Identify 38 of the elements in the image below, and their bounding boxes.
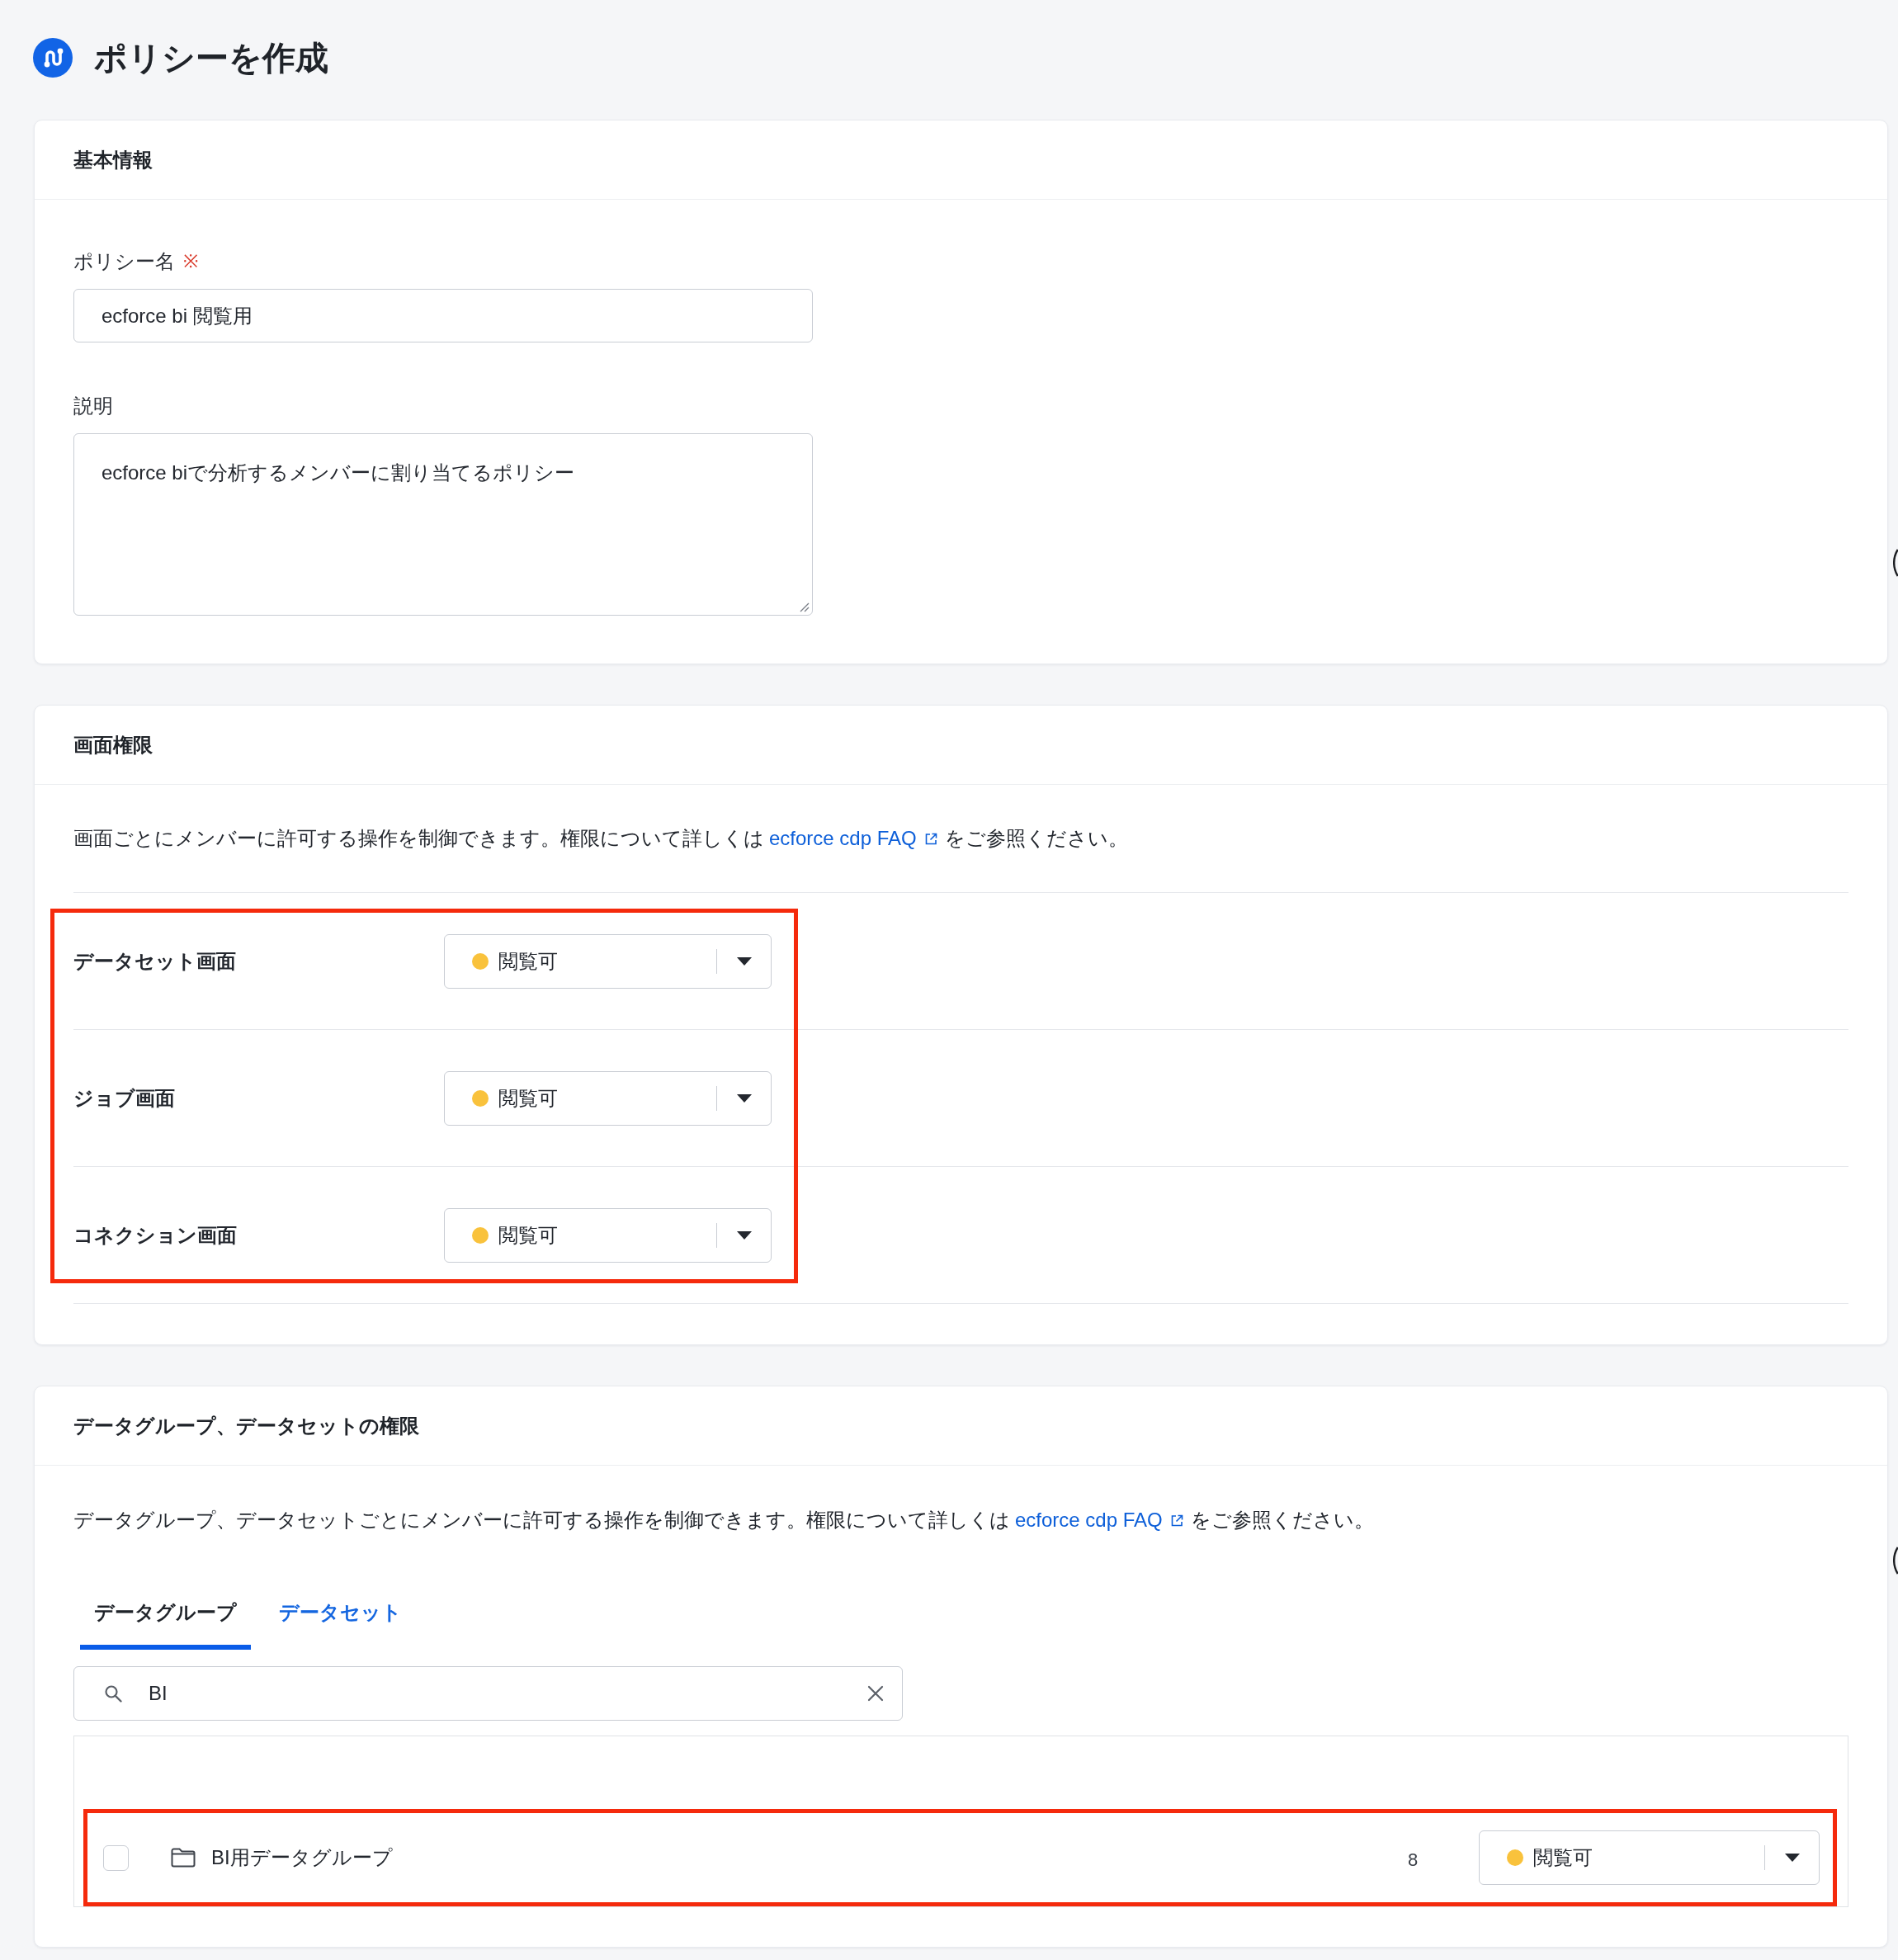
faq-link[interactable]: ecforce cdp FAQ xyxy=(769,827,937,849)
description-text: 画面ごとにメンバーに許可する操作を制御できます。権限について詳しくは ecforce cdp FAQ をご参照ください。 xyxy=(73,826,1129,851)
data-group-name: BI用データグループ xyxy=(211,1845,394,1870)
external-link-icon xyxy=(1169,1514,1183,1528)
description-text: データグループ、データセットごとにメンバーに許可する操作を制御できます。権限について詳しくは ecforce cdp FAQ をご参照ください。 xyxy=(73,1508,1375,1533)
section-heading: 画面権限 xyxy=(73,732,153,758)
section-heading: データグループ、データセットの権限 xyxy=(73,1413,419,1438)
permission-select[interactable]: 閲覧可 xyxy=(444,933,772,989)
search-value: BI xyxy=(149,1681,168,1706)
caret-icon xyxy=(737,1093,752,1103)
field-label: 説明 xyxy=(73,394,113,418)
tab[interactable]: データグループ xyxy=(80,1585,251,1650)
row-checkbox[interactable] xyxy=(103,1844,129,1871)
caret-icon xyxy=(737,1230,752,1240)
required-mark: ※ xyxy=(183,250,198,273)
external-link-icon xyxy=(923,833,937,846)
caret-icon xyxy=(737,956,752,966)
resize-grip-icon[interactable] xyxy=(798,601,810,612)
page-title: ポリシーを作成 xyxy=(94,39,328,78)
section-heading: 基本情報 xyxy=(73,147,153,172)
row-label: データセット画面 xyxy=(73,948,237,974)
logo-icon xyxy=(33,38,73,78)
search-icon xyxy=(104,1684,122,1703)
row-label: コネクション画面 xyxy=(73,1222,238,1248)
permission-select[interactable]: 閲覧可 xyxy=(1479,1830,1820,1885)
textarea-field[interactable]: ecforce biで分析するメンバーに割り当てるポリシー xyxy=(73,433,813,616)
table-cell-text: 8 xyxy=(1406,1849,1419,1872)
close-icon[interactable] xyxy=(867,1685,884,1702)
text-input[interactable]: ecforce bi 閲覧用 xyxy=(73,289,813,342)
row-label: ジョブ画面 xyxy=(73,1085,176,1111)
tab[interactable]: データセット xyxy=(265,1585,416,1650)
faq-link[interactable]: ecforce cdp FAQ xyxy=(1015,1509,1183,1531)
field-label: ポリシー名 xyxy=(73,249,175,274)
folder-icon xyxy=(171,1848,196,1868)
permission-select[interactable]: 閲覧可 xyxy=(444,1207,772,1263)
search-field[interactable]: BI xyxy=(73,1666,903,1721)
caret-icon xyxy=(1785,1854,1800,1862)
permission-select[interactable]: 閲覧可 xyxy=(444,1070,772,1126)
